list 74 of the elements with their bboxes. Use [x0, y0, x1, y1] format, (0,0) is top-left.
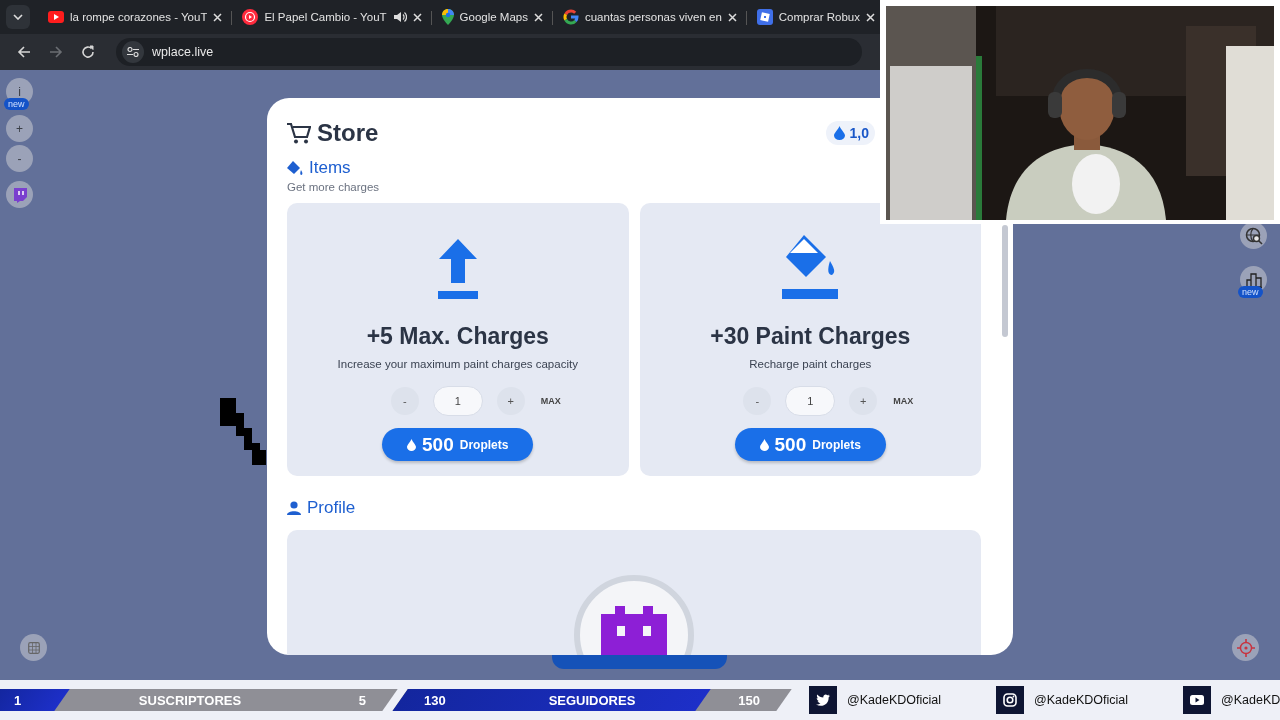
crosshair-icon — [1236, 638, 1255, 657]
goal-label: SEGUIDORES — [548, 692, 636, 708]
map-pin-icon — [441, 9, 454, 25]
close-icon[interactable] — [213, 12, 223, 22]
quantity-field[interactable]: 1 — [785, 386, 836, 416]
buy-button[interactable]: 500 Droplets — [382, 428, 534, 461]
close-icon[interactable] — [865, 12, 875, 22]
social-handle: @KadeKDOficial — [1034, 693, 1128, 707]
quantity-field[interactable]: 1 — [432, 386, 483, 416]
browser-tab[interactable]: Google Maps — [433, 3, 551, 31]
goal-label: SUSCRIPTORES — [138, 692, 242, 708]
item-description: Increase your maximum paint charges capacity — [337, 358, 578, 370]
zoom-out-button[interactable]: - — [6, 145, 33, 172]
social-handle: @KadeKD — [1221, 693, 1280, 707]
section-heading: Items — [309, 158, 351, 178]
back-arrow-icon — [17, 45, 31, 59]
play-icon — [242, 9, 259, 25]
upload-arrow-icon — [437, 239, 478, 299]
paint-bucket-icon — [782, 235, 839, 299]
goal-end: 150 — [738, 692, 760, 708]
grid-icon — [27, 641, 40, 654]
chevron-down-icon — [13, 14, 23, 20]
close-icon[interactable] — [727, 12, 737, 22]
plus-button[interactable]: + — [496, 387, 525, 415]
speaker-icon[interactable] — [392, 11, 407, 23]
pixel-art-drawing — [220, 398, 266, 465]
browser-tab[interactable]: cuantas personas viven en — [554, 3, 745, 31]
browser-tab[interactable]: la rompe corazones - YouT — [40, 3, 231, 31]
twitch-button[interactable] — [6, 181, 33, 208]
section-heading: Profile — [307, 498, 356, 518]
bar-chart-icon — [1245, 271, 1262, 288]
tab-list-button[interactable] — [6, 5, 30, 29]
droplet-icon — [833, 126, 845, 140]
droplet-icon — [407, 438, 417, 451]
scrollbar-thumb[interactable] — [1002, 225, 1008, 337]
section-subtitle: Get more charges — [287, 181, 381, 193]
forward-arrow-icon — [49, 45, 63, 59]
close-icon[interactable] — [412, 12, 422, 22]
browser-tab[interactable]: El Papel Cambio - YouT — [234, 3, 430, 31]
minus-button[interactable]: - — [390, 387, 419, 415]
buy-button[interactable]: 500 Droplets — [734, 428, 886, 461]
address-bar[interactable]: wplace.live — [116, 38, 862, 66]
site-settings-icon[interactable] — [127, 47, 139, 57]
play-icon — [48, 9, 64, 25]
person-icon — [287, 501, 301, 515]
item-description: Recharge paint charges — [749, 358, 872, 370]
plus-button[interactable]: + — [849, 387, 878, 415]
square-logo-icon — [756, 9, 773, 25]
goal-start: 130 — [424, 692, 446, 708]
bird-icon — [816, 694, 830, 706]
droplet-icon — [759, 438, 769, 451]
item-title: +5 Max. Charges — [366, 323, 549, 350]
goal-start: 1 — [14, 692, 22, 708]
search-button[interactable] — [1240, 222, 1267, 249]
minus-button[interactable]: - — [743, 387, 772, 415]
chat-bubble-icon — [11, 186, 28, 203]
paint-bucket-icon — [287, 160, 303, 176]
store-title: Store — [317, 119, 379, 147]
close-icon[interactable] — [533, 12, 543, 22]
goal-end: 5 — [358, 692, 366, 708]
item-title: +30 Paint Charges — [710, 323, 911, 350]
max-button[interactable]: MAX — [534, 392, 567, 410]
social-handle: @KadeKDOficial — [847, 693, 941, 707]
zoom-in-button[interactable]: + — [6, 115, 33, 142]
play-icon — [1190, 695, 1204, 705]
new-badge: new — [4, 98, 29, 110]
droplet-balance: 1,0 — [825, 121, 875, 145]
max-button[interactable]: MAX — [887, 392, 920, 410]
g-logo-icon — [562, 9, 579, 25]
cart-icon — [287, 122, 311, 144]
camera-icon — [1003, 693, 1017, 707]
globe-search-icon — [1244, 226, 1263, 245]
reload-icon — [81, 45, 95, 59]
new-badge: new — [1238, 286, 1263, 298]
